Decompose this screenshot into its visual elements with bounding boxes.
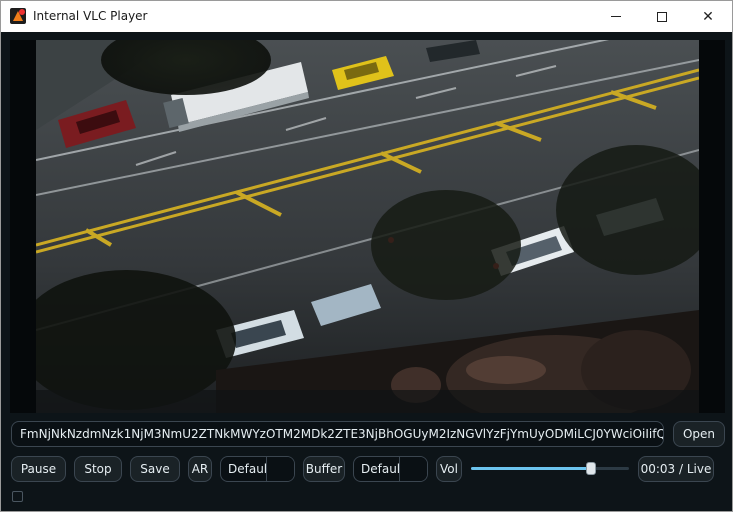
video-frame	[36, 40, 699, 413]
aspect-ratio-select[interactable]: Default	[220, 456, 295, 482]
volume-fill	[471, 467, 591, 470]
video-display[interactable]	[10, 40, 725, 413]
volume-thumb[interactable]	[586, 462, 596, 475]
vlc-player-window: Internal VLC Player ✕ FmNjNkNzdmNzk1NjM3…	[0, 0, 733, 512]
buffer-label: Buffer	[303, 456, 345, 482]
pause-button[interactable]: Pause	[11, 456, 66, 482]
open-button[interactable]: Open	[673, 421, 725, 447]
window-title: Internal VLC Player	[33, 9, 148, 23]
volume-slider[interactable]	[471, 456, 629, 482]
dropdown-arrow-icon[interactable]	[399, 457, 427, 481]
title-bar[interactable]: Internal VLC Player ✕	[1, 1, 732, 32]
dropdown-arrow-icon[interactable]	[266, 457, 294, 481]
aspect-ratio-value: Default	[228, 462, 266, 476]
street-video-image	[36, 40, 699, 413]
close-icon: ✕	[702, 8, 714, 25]
volume-label: Vol	[436, 456, 462, 482]
playback-time: 00:03 / Live	[638, 456, 714, 482]
media-url-input[interactable]: FmNjNkNzdmNzk1NjM3NmU2ZTNkMWYzOTM2MDk2ZT…	[11, 421, 664, 447]
buffer-value: Default	[361, 462, 399, 476]
maximize-button[interactable]	[639, 1, 685, 32]
buffer-select[interactable]: Default	[353, 456, 428, 482]
minimize-button[interactable]	[593, 1, 639, 32]
minimize-icon	[611, 16, 621, 17]
maximize-icon	[657, 11, 667, 22]
close-button[interactable]: ✕	[685, 1, 731, 32]
stop-button[interactable]: Stop	[74, 456, 122, 482]
aspect-ratio-label: AR	[188, 456, 212, 482]
option-checkbox[interactable]	[12, 491, 23, 502]
vlc-cone-icon	[10, 8, 26, 24]
save-button[interactable]: Save	[130, 456, 180, 482]
